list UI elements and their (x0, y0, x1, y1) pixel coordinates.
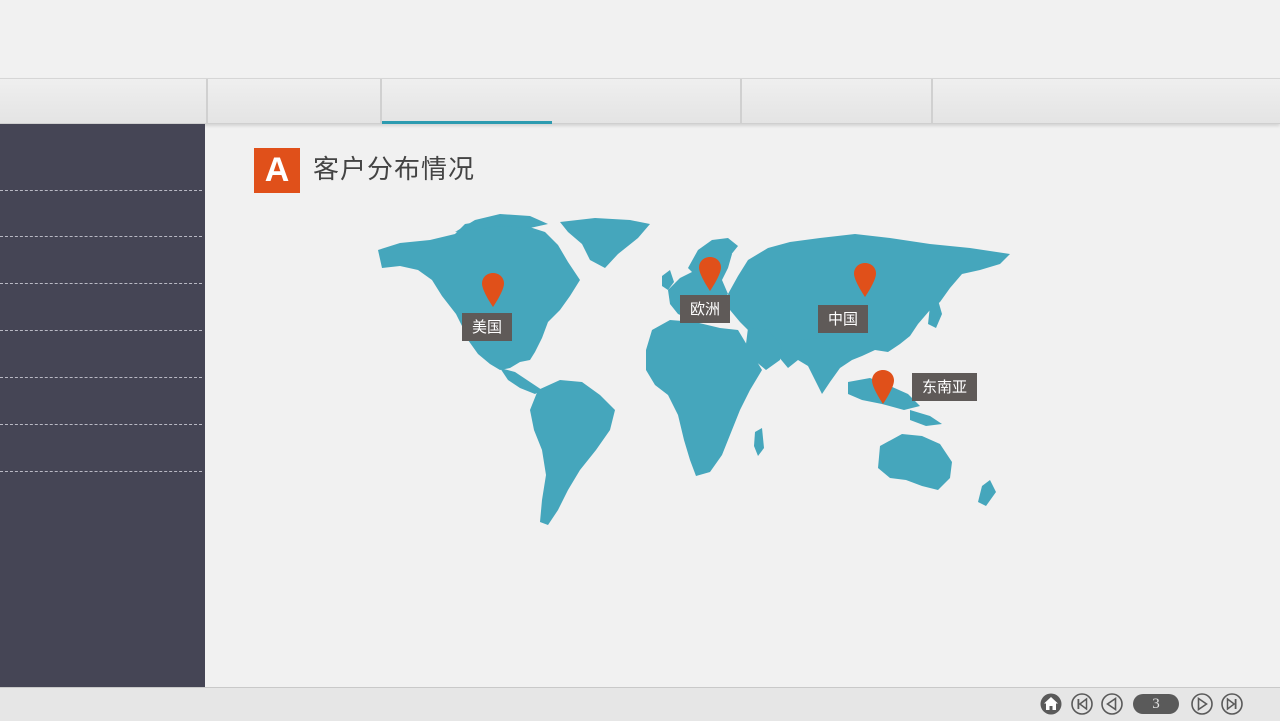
home-icon[interactable] (1040, 693, 1062, 715)
sidebar-item[interactable] (0, 238, 202, 284)
next-page-icon[interactable] (1191, 693, 1213, 715)
header-area (0, 0, 1280, 78)
tab-3[interactable] (380, 79, 741, 124)
sidebar (0, 124, 205, 687)
map-pin-icon[interactable] (872, 370, 894, 404)
first-page-icon[interactable] (1071, 693, 1093, 715)
location-label-southeast-asia: 东南亚 (912, 373, 978, 401)
section-badge: A (254, 148, 300, 193)
tab-5[interactable] (931, 79, 1280, 123)
location-label-china: 中国 (818, 305, 869, 333)
sidebar-item[interactable] (0, 332, 202, 378)
sidebar-item[interactable] (0, 285, 202, 331)
prev-page-icon[interactable] (1101, 693, 1123, 715)
tab-bar (0, 78, 1280, 124)
map-pin-icon[interactable] (699, 257, 721, 291)
sidebar-item[interactable] (0, 145, 202, 191)
page-title: 客户分布情况 (313, 155, 476, 185)
map-pin-icon[interactable] (482, 273, 504, 307)
last-page-icon[interactable] (1221, 693, 1243, 715)
sidebar-item[interactable] (0, 379, 202, 425)
active-tab-indicator (382, 121, 552, 124)
tab-2[interactable] (206, 79, 381, 123)
page-number: 3 (1133, 694, 1179, 714)
map-pin-icon[interactable] (854, 263, 876, 297)
sidebar-item[interactable] (0, 191, 202, 237)
tab-4[interactable] (740, 79, 932, 123)
location-label-europe: 欧洲 (680, 295, 731, 323)
sidebar-item[interactable] (0, 426, 202, 472)
location-label-usa: 美国 (462, 313, 513, 341)
tab-1[interactable] (0, 79, 205, 123)
